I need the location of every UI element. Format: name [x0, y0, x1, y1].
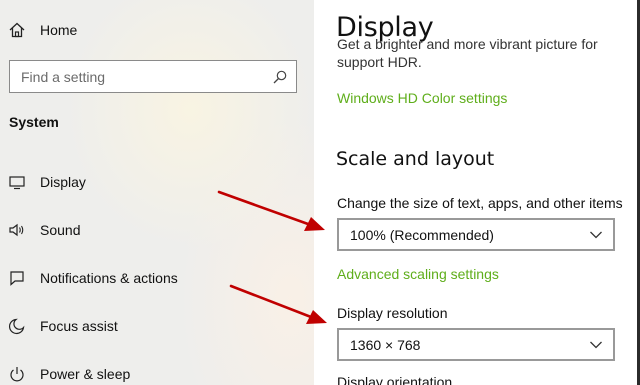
display-settings-panel: Display Get a brighter and more vibrant … — [314, 0, 640, 385]
settings-sidebar: Home System Display Sound Notifications … — [0, 0, 314, 385]
home-icon — [8, 21, 26, 39]
resolution-label: Display resolution — [337, 305, 448, 321]
windows-hd-color-settings-link[interactable]: Windows HD Color settings — [337, 90, 507, 106]
sidebar-item-label: Sound — [40, 222, 81, 238]
hdr-description: Get a brighter and more vibrant picture … — [337, 36, 637, 71]
sidebar-item-notifications[interactable]: Notifications & actions — [0, 258, 314, 298]
sidebar-item-power-sleep[interactable]: Power & sleep — [0, 354, 314, 385]
section-heading-system: System — [9, 114, 59, 130]
power-icon — [8, 365, 26, 383]
sidebar-item-display[interactable]: Display — [0, 162, 314, 202]
sidebar-item-focus-assist[interactable]: Focus assist — [0, 306, 314, 346]
sidebar-item-label: Power & sleep — [40, 366, 131, 382]
resolution-dropdown-value: 1360 × 768 — [350, 336, 421, 353]
chevron-down-icon — [590, 341, 602, 349]
sidebar-item-label: Display — [40, 174, 86, 190]
orientation-label: Display orientation — [337, 374, 453, 385]
settings-search-box[interactable] — [9, 60, 297, 93]
hdr-description-line-1-partial: Get a brighter and more vibrant picture … — [337, 36, 598, 52]
search-input[interactable] — [10, 61, 260, 92]
home-nav-item[interactable]: Home — [0, 10, 314, 50]
search-icon[interactable] — [272, 69, 288, 85]
speaker-icon — [8, 221, 26, 239]
chevron-down-icon — [590, 231, 602, 239]
resolution-dropdown[interactable]: 1360 × 768 — [337, 328, 615, 361]
home-label: Home — [40, 22, 78, 38]
scale-label: Change the size of text, apps, and other… — [337, 195, 623, 211]
hdr-description-line-2: support HDR. — [337, 54, 422, 70]
notification-icon — [8, 269, 26, 287]
advanced-scaling-settings-link[interactable]: Advanced scaling settings — [337, 266, 499, 282]
moon-icon — [8, 317, 26, 335]
scale-dropdown[interactable]: 100% (Recommended) — [337, 218, 615, 251]
scale-dropdown-value: 100% (Recommended) — [350, 226, 494, 243]
sidebar-item-label: Notifications & actions — [40, 270, 178, 286]
monitor-icon — [8, 173, 26, 191]
scale-and-layout-heading: Scale and layout — [336, 148, 495, 170]
sidebar-item-sound[interactable]: Sound — [0, 210, 314, 250]
sidebar-item-label: Focus assist — [40, 318, 118, 334]
